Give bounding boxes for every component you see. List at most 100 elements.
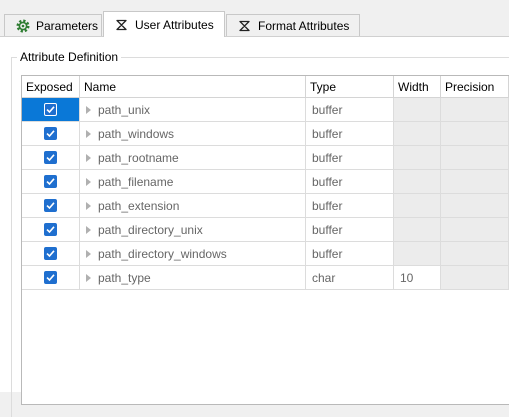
tab-strip: Parameters User Attributes Format Attrib… [0,0,509,37]
table-row[interactable]: path_type char 10 [22,266,509,290]
exposed-checkbox[interactable] [44,247,57,260]
tab-user-attributes-label: User Attributes [135,17,214,32]
exposed-checkbox[interactable] [44,175,57,188]
attribute-width: 10 [400,270,414,285]
exposed-checkbox[interactable] [44,223,57,236]
table-row[interactable]: path_directory_windows buffer [22,242,509,266]
checkmark-icon [46,130,55,138]
expand-arrow-icon [86,105,91,114]
checkmark-icon [46,250,55,258]
width-cell [394,98,441,122]
exposed-checkbox[interactable] [44,151,57,164]
attribute-type: buffer [312,174,343,189]
expand-arrow-icon [86,273,91,282]
type-cell[interactable]: buffer [306,122,394,146]
exposed-cell[interactable] [22,170,80,194]
exposed-checkbox[interactable] [44,103,57,116]
attribute-name: path_filename [98,174,174,189]
name-cell[interactable]: path_windows [80,122,306,146]
name-cell[interactable]: path_type [80,266,306,290]
exposed-checkbox[interactable] [44,199,57,212]
expand-arrow-icon [86,177,91,186]
sigma-icon [114,17,130,33]
type-cell[interactable]: buffer [306,170,394,194]
type-cell[interactable]: buffer [306,146,394,170]
attribute-type: buffer [312,150,343,165]
column-header-name[interactable]: Name [80,76,306,98]
exposed-cell[interactable] [22,98,80,122]
type-cell[interactable]: buffer [306,218,394,242]
exposed-cell[interactable] [22,146,80,170]
table-row[interactable]: path_unix buffer [22,98,509,122]
column-header-precision[interactable]: Precision [441,76,509,98]
width-cell [394,170,441,194]
tab-parameters-label: Parameters [36,18,99,33]
width-cell [394,146,441,170]
table-row[interactable]: path_rootname buffer [22,146,509,170]
exposed-cell[interactable] [22,194,80,218]
attribute-type: buffer [312,246,343,261]
attribute-name: path_type [98,270,151,285]
table-row[interactable]: path_filename buffer [22,170,509,194]
table-row[interactable]: path_directory_unix buffer [22,218,509,242]
tab-user-attributes[interactable]: User Attributes [103,11,225,37]
width-cell [394,122,441,146]
attribute-type: char [312,270,336,285]
exposed-cell[interactable] [22,122,80,146]
attribute-type: buffer [312,198,343,213]
exposed-cell[interactable] [22,266,80,290]
name-cell[interactable]: path_filename [80,170,306,194]
tab-format-attributes-label: Format Attributes [258,18,350,33]
checkmark-icon [46,106,55,114]
width-cell [394,218,441,242]
name-cell[interactable]: path_rootname [80,146,306,170]
tab-parameters[interactable]: Parameters [4,14,102,36]
exposed-checkbox[interactable] [44,271,57,284]
group-title: Attribute Definition [17,50,122,64]
tab-format-attributes[interactable]: Format Attributes [226,14,360,36]
attribute-name: path_extension [98,198,180,213]
column-header-type[interactable]: Type [306,76,394,98]
type-cell[interactable]: buffer [306,98,394,122]
column-header-width[interactable]: Width [394,76,441,98]
expand-arrow-icon [86,153,91,162]
attribute-name: path_unix [98,102,151,117]
precision-cell [441,242,509,266]
exposed-cell[interactable] [22,242,80,266]
expand-arrow-icon [86,249,91,258]
width-cell[interactable]: 10 [394,266,441,290]
checkmark-icon [46,178,55,186]
exposed-checkbox[interactable] [44,127,57,140]
precision-cell [441,98,509,122]
precision-cell [441,266,509,290]
checkmark-icon [46,202,55,210]
exposed-cell[interactable] [22,218,80,242]
attribute-name: path_directory_windows [98,246,227,261]
type-cell[interactable]: char [306,266,394,290]
attribute-name: path_windows [98,126,175,141]
type-cell[interactable]: buffer [306,194,394,218]
width-cell [394,194,441,218]
type-cell[interactable]: buffer [306,242,394,266]
expand-arrow-icon [86,201,91,210]
sigma-icon [237,18,253,34]
expand-arrow-icon [86,129,91,138]
table-row[interactable]: path_extension buffer [22,194,509,218]
width-cell [394,242,441,266]
gear-icon [15,18,31,34]
name-cell[interactable]: path_extension [80,194,306,218]
table-row[interactable]: path_windows buffer [22,122,509,146]
expand-arrow-icon [86,225,91,234]
attribute-table: Exposed Name Type Width Precision path_u… [21,75,509,405]
name-cell[interactable]: path_directory_windows [80,242,306,266]
precision-cell [441,170,509,194]
name-cell[interactable]: path_directory_unix [80,218,306,242]
precision-cell [441,194,509,218]
column-header-exposed[interactable]: Exposed [22,76,80,98]
name-cell[interactable]: path_unix [80,98,306,122]
precision-cell [441,122,509,146]
attribute-type: buffer [312,222,343,237]
attribute-type: buffer [312,126,343,141]
precision-cell [441,146,509,170]
checkmark-icon [46,274,55,282]
